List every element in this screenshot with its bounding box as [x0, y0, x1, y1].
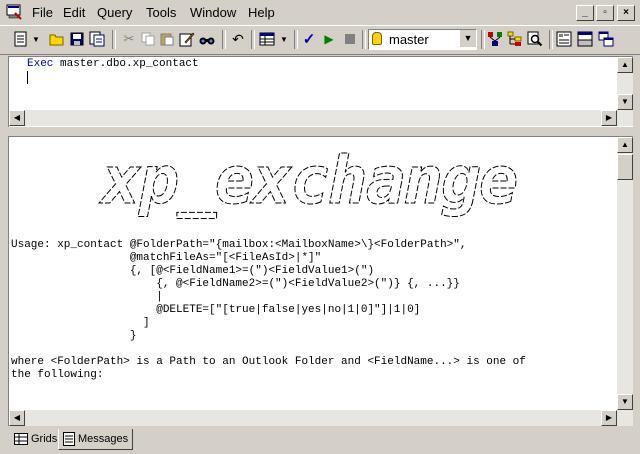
chevron-down-icon[interactable]: ▼ — [459, 30, 476, 47]
query-text[interactable]: Exec master.dbo.xp_contact — [27, 58, 199, 70]
toolbar-separator — [481, 30, 485, 49]
object-browser-icon[interactable] — [506, 30, 524, 48]
results-mode-dropdown-icon[interactable]: ▼ — [279, 30, 289, 48]
new-query-icon[interactable] — [12, 30, 30, 48]
execute-icon[interactable]: ▶ — [320, 30, 338, 48]
usage-line: @matchFileAs="[<FileAsId>|*]" — [11, 252, 322, 264]
undo-icon[interactable]: ↶ — [229, 30, 247, 48]
results-mode-icon[interactable] — [258, 30, 276, 48]
restore-button[interactable]: ▫ — [596, 5, 614, 21]
load-script-icon[interactable] — [88, 30, 106, 48]
usage-line: ] — [11, 317, 150, 329]
scroll-down-icon[interactable]: ▼ — [617, 394, 633, 410]
menu-query[interactable]: Query — [97, 5, 132, 20]
scroll-down-icon[interactable]: ▼ — [617, 94, 633, 110]
query-command: master.dbo.xp_contact — [53, 58, 199, 70]
tab-grids[interactable]: Grids — [10, 429, 61, 449]
menu-help[interactable]: Help — [248, 5, 275, 20]
toolbar-separator — [251, 30, 255, 49]
results-tabs: Grids Messages — [0, 428, 640, 454]
toolbar-separator — [222, 30, 226, 49]
save-icon[interactable] — [68, 30, 86, 48]
results-vertical-scrollbar[interactable]: ▲ ▼ — [617, 137, 633, 410]
usage-line: {, [@<FieldName1>=(")<FieldValue1>(") — [11, 265, 375, 277]
minimize-button[interactable]: _ — [576, 5, 594, 21]
object-search-icon[interactable] — [526, 30, 544, 48]
database-select-value: master — [389, 32, 429, 47]
menu-tools[interactable]: Tools — [146, 5, 176, 20]
tab-messages-label: Messages — [78, 433, 129, 445]
query-editor[interactable]: Exec master.dbo.xp_contact ▲ ▼ ◀ ▶ — [8, 56, 633, 127]
scroll-up-icon[interactable]: ▲ — [617, 137, 633, 153]
new-query-dropdown-icon[interactable]: ▼ — [31, 30, 41, 48]
usage-line: @DELETE=["[true|false|yes|no|1|0]"]|1|0] — [11, 304, 421, 316]
results-pane[interactable]: xp_exchange Usage: xp_contact @FolderPat… — [8, 136, 633, 426]
open-folder-icon[interactable] — [48, 30, 66, 48]
window-layout-icon[interactable] — [597, 30, 615, 48]
close-button[interactable]: × — [617, 5, 635, 21]
usage-line: {, @<FieldName2>=(")<FieldValue2>(")} {,… — [11, 278, 460, 290]
banner-title: xp_exchange — [98, 142, 516, 219]
scroll-thumb[interactable] — [617, 154, 633, 180]
messages-icon — [63, 432, 75, 446]
tab-messages[interactable]: Messages — [58, 429, 134, 450]
app-icon[interactable] — [6, 4, 22, 20]
menu-bar: File Edit Query Tools Window Help _ ▫ × — [0, 0, 640, 24]
grid-icon — [14, 433, 28, 445]
usage-line: where <FolderPath> is a Path to an Outlo… — [11, 356, 526, 368]
exec-keyword: Exec — [27, 58, 54, 70]
editor-horizontal-scrollbar[interactable]: ◀ ▶ — [9, 110, 633, 126]
scroll-left-icon[interactable]: ◀ — [9, 410, 25, 426]
edit-icon[interactable] — [178, 30, 196, 48]
usage-line: Usage: xp_contact @FolderPath="{mailbox:… — [11, 239, 467, 251]
scroll-up-icon[interactable]: ▲ — [617, 57, 633, 73]
paste-icon[interactable] — [158, 30, 176, 48]
database-select[interactable]: master ▼ — [368, 29, 477, 50]
toolbar-separator — [294, 30, 298, 49]
usage-line: | — [11, 291, 163, 303]
scroll-right-icon[interactable]: ▶ — [601, 410, 617, 426]
usage-line: } — [11, 330, 137, 342]
parse-query-icon[interactable]: ✓ — [300, 30, 318, 48]
menu-file[interactable]: File — [32, 5, 53, 20]
tab-grids-label: Grids — [31, 433, 58, 445]
ascii-banner: xp_exchange — [98, 142, 519, 220]
usage-line: the following: — [11, 369, 104, 381]
usage-text: Usage: xp_contact @FolderPath="{mailbox:… — [11, 239, 526, 382]
toolbar-separator — [549, 30, 553, 49]
editor-vertical-scrollbar[interactable]: ▲ ▼ — [617, 57, 633, 110]
menu-edit[interactable]: Edit — [63, 5, 85, 20]
current-connection-properties-icon[interactable] — [555, 30, 573, 48]
toolbar: ▼ ✂ ↶ ▼ ✓ ▶ master ▼ — [0, 25, 640, 55]
display-estimated-plan-icon[interactable] — [486, 30, 504, 48]
cancel-query-icon[interactable] — [341, 30, 359, 48]
database-icon — [372, 32, 382, 45]
find-icon[interactable] — [198, 30, 216, 48]
text-caret — [27, 71, 28, 84]
copy-icon[interactable] — [139, 30, 157, 48]
toolbar-separator — [362, 30, 366, 49]
scroll-right-icon[interactable]: ▶ — [601, 110, 617, 126]
results-horizontal-scrollbar[interactable]: ◀ ▶ — [9, 410, 633, 426]
menu-window[interactable]: Window — [190, 5, 236, 20]
toolbar-separator — [112, 30, 116, 49]
show-results-pane-icon[interactable] — [576, 30, 594, 48]
cut-icon[interactable]: ✂ — [120, 30, 138, 48]
scroll-left-icon[interactable]: ◀ — [9, 110, 25, 126]
